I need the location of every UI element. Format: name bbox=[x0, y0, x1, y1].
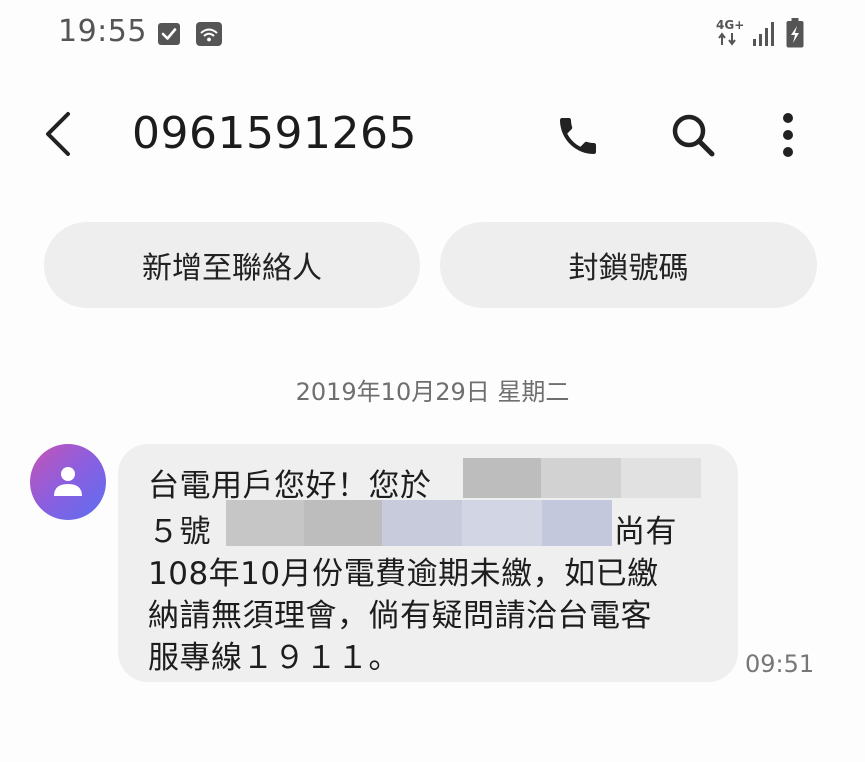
back-arrow-icon[interactable] bbox=[38, 108, 82, 160]
network-4g-icon: 4G+ bbox=[716, 19, 744, 49]
date-separator: 2019年10月29日 星期二 bbox=[295, 378, 570, 406]
phone-call-icon[interactable] bbox=[554, 112, 602, 160]
more-options-icon[interactable] bbox=[776, 112, 800, 158]
message-line-4: 納請無須理會，倘有疑問請洽台電客 bbox=[148, 598, 652, 634]
message-timestamp: 09:51 bbox=[745, 650, 815, 678]
search-icon[interactable] bbox=[668, 110, 718, 160]
network-label: 4G+ bbox=[716, 18, 745, 32]
message-bubble[interactable]: 台電用戶您好！您於 ５號 尚有 108年10月份電費逾期未繳，如已繳 納請無須理… bbox=[118, 444, 738, 682]
person-icon bbox=[54, 467, 82, 496]
add-to-contacts-button[interactable]: 新增至聯絡人 bbox=[44, 222, 420, 308]
contact-number: 0961591265 bbox=[132, 108, 417, 159]
message-line-2b: 尚有 bbox=[614, 514, 677, 550]
message-line-5: 服專線１９１１。 bbox=[148, 640, 400, 676]
notification-check-icon bbox=[158, 23, 180, 45]
message-line-1: 台電用戶您好！您於 bbox=[148, 468, 432, 504]
redacted-area bbox=[226, 500, 612, 546]
block-number-label: 封鎖號碼 bbox=[568, 251, 689, 286]
avatar[interactable] bbox=[30, 444, 106, 520]
redacted-area bbox=[463, 458, 701, 498]
block-number-button[interactable]: 封鎖號碼 bbox=[440, 222, 817, 308]
add-to-contacts-label: 新增至聯絡人 bbox=[142, 251, 322, 286]
signal-icon bbox=[753, 22, 774, 46]
conversation-screen: 19:55 4G+ 0961591265 新增至聯絡人 封鎖號碼 2019年10… bbox=[0, 0, 865, 762]
wifi-calling-icon bbox=[196, 22, 222, 46]
battery-charging-icon bbox=[786, 18, 804, 48]
message-line-2a: ５號 bbox=[148, 514, 211, 550]
message-line-3: 108年10月份電費逾期未繳，如已繳 bbox=[148, 556, 659, 592]
status-time: 19:55 bbox=[58, 14, 147, 49]
